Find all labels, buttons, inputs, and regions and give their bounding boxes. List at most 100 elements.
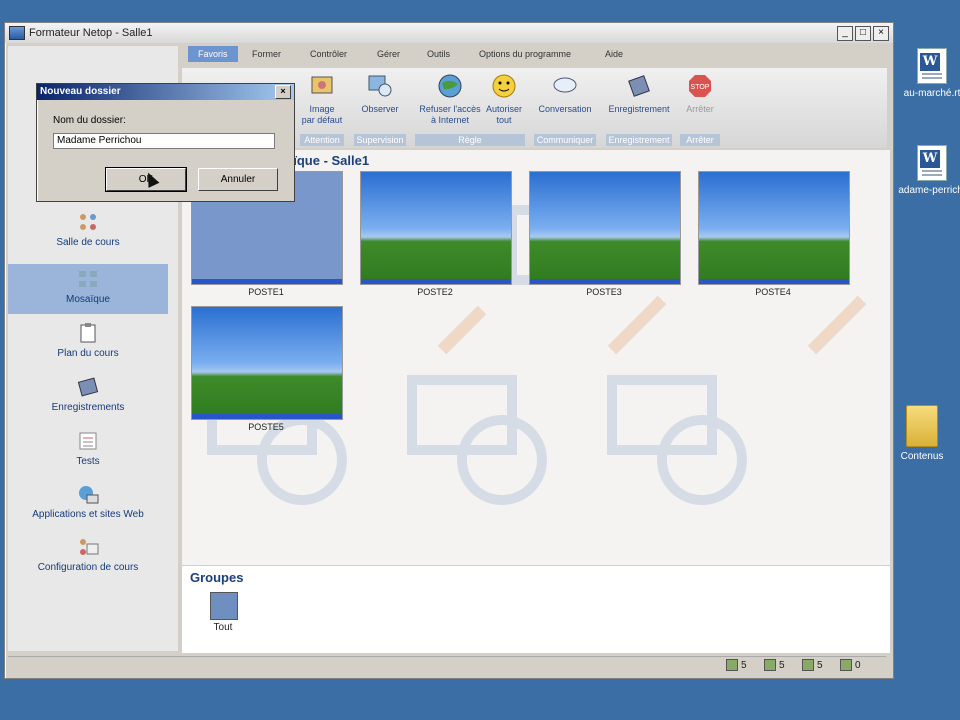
count-value: 5: [779, 659, 785, 671]
station-label: POSTE4: [755, 287, 791, 297]
configuration-icon: [77, 536, 99, 558]
group-supervision: Supervision: [354, 134, 406, 146]
status-bar: 5 5 5 0: [8, 656, 886, 675]
observe-button[interactable]: Observer: [354, 72, 406, 115]
allow-all-button[interactable]: Autoriser tout: [482, 72, 526, 126]
conversation-button[interactable]: Conversation: [534, 72, 596, 115]
nav-item-label: Configuration de cours: [37, 562, 139, 573]
station-label: POSTE2: [417, 287, 453, 297]
count-value: 5: [741, 659, 747, 671]
dialog-title: Nouveau dossier: [40, 86, 121, 97]
station-thumbnail[interactable]: [360, 171, 512, 285]
station-thumbnail[interactable]: [529, 171, 681, 285]
word-document-icon: [917, 145, 947, 181]
taskbar: [530, 279, 680, 284]
button-label: Conversation: [538, 104, 592, 114]
groups-panel: Groupes Tout: [182, 566, 890, 653]
group-arreter: Arrêter: [680, 134, 720, 146]
recordings-icon: [77, 376, 99, 398]
new-folder-dialog: Nouveau dossier × Nom du dossier: OK Ann…: [36, 83, 295, 202]
status-count: 5: [802, 659, 823, 671]
group-communiquer: Communiquer: [534, 134, 596, 146]
alert-icon: [840, 659, 852, 671]
status-count: 5: [726, 659, 747, 671]
count-value: 0: [855, 659, 861, 671]
nav-item-label: Mosaïque: [66, 294, 110, 305]
tab-controler[interactable]: Contrôler: [310, 49, 347, 59]
taskbar: [699, 279, 849, 284]
stop-button[interactable]: STOP Arrêter: [680, 72, 720, 115]
title-bar[interactable]: Formateur Netop - Salle1 _ □ ×: [5, 23, 893, 43]
taskbar: [192, 414, 342, 419]
recording-button[interactable]: Enregistrement: [606, 72, 672, 115]
stop-icon: STOP: [686, 72, 714, 100]
tab-favoris[interactable]: Favoris: [188, 46, 238, 62]
tab-aide[interactable]: Aide: [605, 49, 623, 59]
group-all-icon[interactable]: [210, 592, 238, 620]
tab-former[interactable]: Former: [252, 49, 281, 59]
tab-gerer[interactable]: Gérer: [377, 49, 400, 59]
taskbar: [192, 279, 342, 284]
nav-item-enregistrements[interactable]: Enregistrements: [8, 376, 168, 413]
tab-options[interactable]: Options du programme: [479, 49, 571, 59]
nav-item-tests[interactable]: Tests: [8, 430, 168, 467]
desktop-icon-doc2[interactable]: adame-perrich.: [892, 145, 960, 196]
nav-item-label: Tests: [76, 456, 100, 467]
apps-web-icon: [77, 483, 99, 505]
smiley-icon: [490, 72, 518, 100]
station-label: POSTE5: [248, 422, 284, 432]
dialog-title-bar[interactable]: Nouveau dossier ×: [37, 84, 294, 100]
ribbon-tabs: Favoris Former Contrôler Gérer Outils Op…: [182, 46, 887, 68]
status-count: 5: [764, 659, 785, 671]
desktop-icon-label: au-marché.rt: [903, 88, 960, 99]
block-internet-button[interactable]: Refuser l'accès à Internet: [415, 72, 485, 126]
close-button[interactable]: ×: [873, 25, 889, 41]
nav-item-label: Salle de cours: [56, 237, 120, 248]
svg-text:STOP: STOP: [691, 84, 710, 91]
button-label: Autoriser tout: [485, 104, 522, 125]
clipboard-icon: [77, 322, 99, 344]
mosaic-icon: [77, 268, 99, 290]
group-regle: Règle: [415, 134, 525, 146]
page-title: aïque - Salle1: [286, 153, 370, 168]
nav-item-applications[interactable]: Applications et sites Web: [8, 483, 168, 520]
desktop-icon-doc1[interactable]: au-marché.rt: [892, 48, 960, 99]
nav-item-salle-de-cours[interactable]: Salle de cours: [8, 211, 168, 248]
nav-item-plan-du-cours[interactable]: Plan du cours: [8, 322, 168, 359]
station-thumbnail[interactable]: [191, 306, 343, 420]
group-enregistrement: Enregistrement: [606, 134, 672, 146]
tab-outils[interactable]: Outils: [427, 49, 450, 59]
groups-title: Groupes: [190, 570, 244, 585]
app-icon: [9, 26, 25, 40]
button-label: Observer: [361, 104, 399, 114]
maximize-button[interactable]: □: [855, 25, 871, 41]
button-label: Refuser l'accès à Internet: [419, 104, 481, 125]
folder-icon: [906, 405, 938, 447]
station-label: POSTE1: [248, 287, 284, 297]
folder-name-label: Nom du dossier:: [53, 115, 126, 126]
default-image-button[interactable]: Image par défaut: [300, 72, 344, 126]
connected-icon: [764, 659, 776, 671]
nav-item-mosaique[interactable]: Mosaïque: [8, 264, 168, 314]
globe-icon: [436, 72, 464, 100]
window-title: Formateur Netop - Salle1: [29, 27, 153, 39]
cancel-button[interactable]: Annuler: [198, 168, 278, 191]
test-sheet-icon: [77, 430, 99, 452]
nav-item-configuration[interactable]: Configuration de cours: [8, 536, 168, 573]
group-all-label: Tout: [213, 622, 233, 633]
nav-item-label: Plan du cours: [57, 348, 119, 359]
mosaic-area: aïque - Salle1 POSTE1 POSTE2 POSTE3 POST…: [182, 150, 890, 565]
nav-item-label: Applications et sites Web: [32, 509, 144, 520]
count-value: 5: [817, 659, 823, 671]
folder-name-input[interactable]: [53, 133, 275, 149]
observe-icon: [366, 72, 394, 100]
dialog-close-icon[interactable]: ×: [275, 85, 291, 99]
checked-icon: [802, 659, 814, 671]
group-attention: Attention: [300, 134, 344, 146]
chat-icon: [551, 72, 579, 100]
students-icon: [726, 659, 738, 671]
film-icon: [625, 72, 653, 100]
station-thumbnail[interactable]: [698, 171, 850, 285]
button-label: Image par défaut: [301, 104, 343, 125]
minimize-button[interactable]: _: [837, 25, 853, 41]
